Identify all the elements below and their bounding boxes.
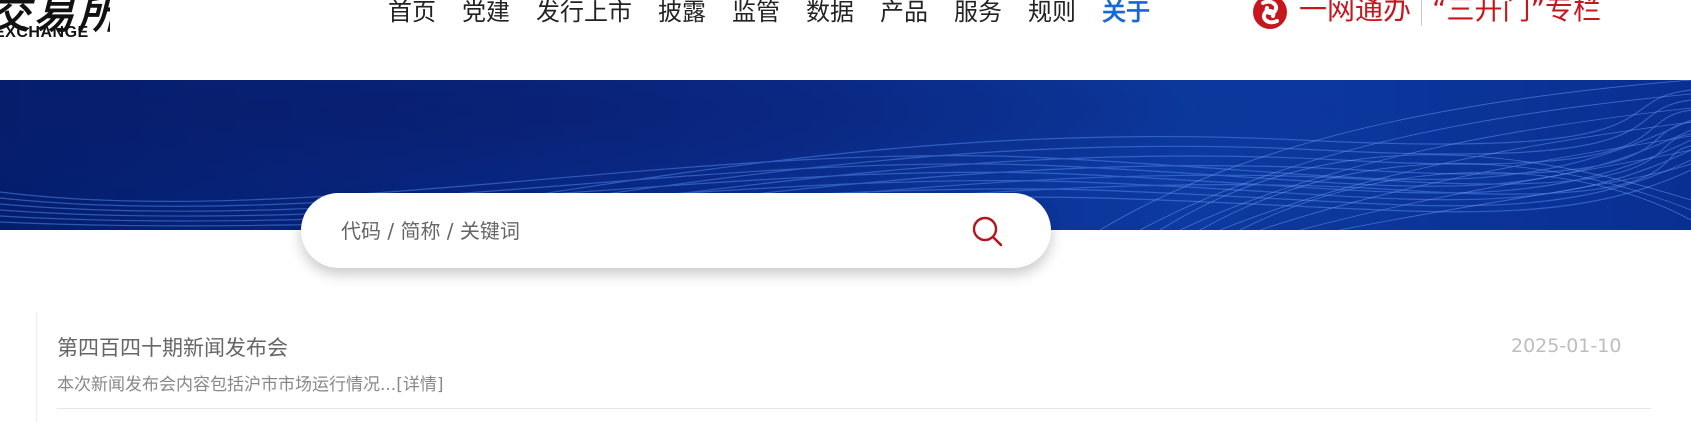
nav-item-listing[interactable]: 发行上市 (536, 0, 632, 30)
nav-item-products[interactable]: 产品 (880, 0, 928, 30)
search-icon[interactable] (967, 211, 1007, 251)
site-header: 交易所 EXCHANGE 首页 党建 发行上市 披露 监管 数据 产品 服务 规… (0, 0, 1691, 80)
special-column-link[interactable]: “三开门”专栏 (1432, 0, 1601, 28)
nav-item-disclosure[interactable]: 披露 (658, 0, 706, 30)
nav-item-party[interactable]: 党建 (462, 0, 510, 30)
portal-divider (1421, 0, 1423, 26)
exchange-logo[interactable]: 交易所 EXCHANGE (0, 0, 110, 44)
search-bar (301, 193, 1051, 268)
nav-item-about[interactable]: 关于 (1102, 0, 1150, 30)
list-item: 第四百四十期新闻发布会 2025-01-10 本次新闻发布会内容包括沪市市场运行… (37, 312, 1657, 412)
news-divider (57, 408, 1651, 409)
nav-item-home[interactable]: 首页 (388, 0, 436, 30)
news-summary-text: 本次新闻发布会内容包括沪市市场运行情况... (57, 375, 397, 395)
nav-item-supervision[interactable]: 监管 (732, 0, 780, 30)
news-list: 第四百四十期新闻发布会 2025-01-10 本次新闻发布会内容包括沪市市场运行… (36, 312, 1656, 422)
nav-item-data[interactable]: 数据 (806, 0, 854, 30)
news-summary: 本次新闻发布会内容包括沪市市场运行情况...[详情] (57, 370, 443, 395)
logo-en-text: EXCHANGE (0, 24, 89, 41)
news-title[interactable]: 第四百四十期新闻发布会 (57, 332, 288, 362)
main-nav: 首页 党建 发行上市 披露 监管 数据 产品 服务 规则 关于 (388, 0, 1176, 30)
news-date: 2025-01-10 (1511, 335, 1622, 357)
nav-item-rules[interactable]: 规则 (1028, 0, 1076, 30)
nav-item-services[interactable]: 服务 (954, 0, 1002, 30)
portal-links: 一网通办 “三开门”专栏 (1253, 0, 1601, 29)
news-detail-link[interactable]: [详情] (396, 375, 443, 395)
search-input[interactable] (339, 211, 899, 251)
portal-logo-icon[interactable] (1253, 0, 1287, 29)
portal-link[interactable]: 一网通办 (1299, 0, 1411, 28)
